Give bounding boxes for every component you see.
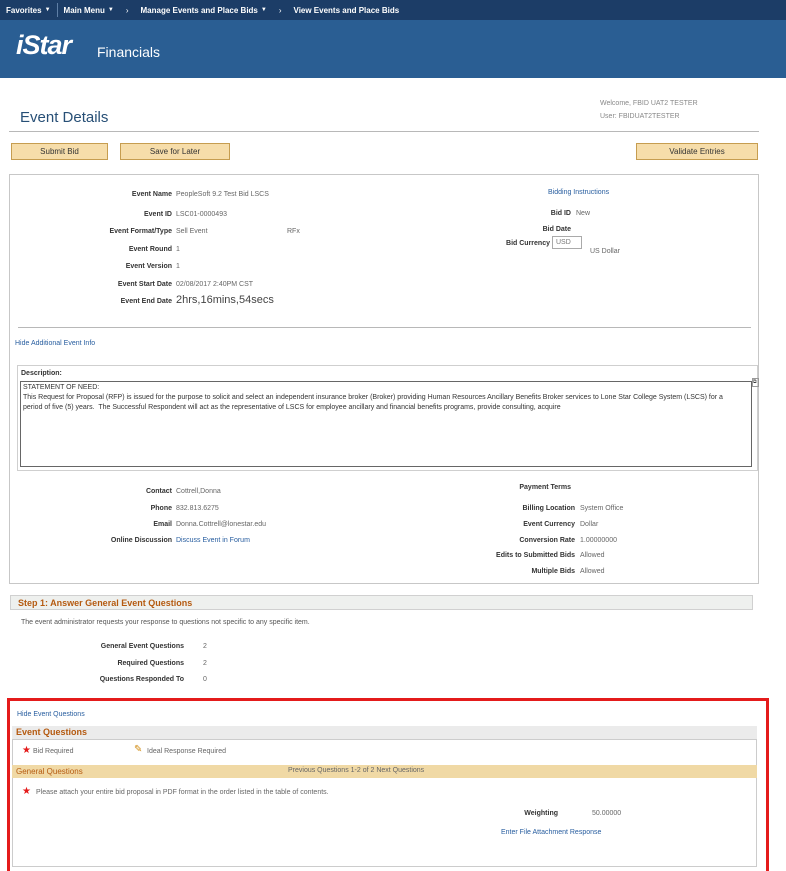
file-attachment-link[interactable]: Enter File Attachment Response (501, 829, 601, 836)
email-label: Email (153, 521, 172, 528)
email-value: Donna.Cottrell@lonestar.edu (176, 521, 266, 528)
save-for-later-button[interactable]: Save for Later (120, 143, 230, 160)
event-start-value: 02/08/2017 2:40PM CST (176, 281, 254, 288)
step1-intro: The event administrator requests your re… (21, 619, 310, 626)
bid-id-label: Bid ID (550, 210, 571, 217)
event-currency-value: Dollar (580, 521, 599, 528)
multiple-bids-label: Multiple Bids (531, 568, 575, 575)
submit-bid-button[interactable]: Submit Bid (11, 143, 108, 160)
istar-logo: iStar (16, 30, 72, 60)
billing-location-value: System Office (580, 505, 624, 512)
required-star-icon: ★ (22, 745, 31, 756)
conversion-rate-label: Conversion Rate (519, 537, 575, 544)
general-questions-title: General Questions (16, 767, 83, 776)
required-questions-value: 2 (203, 660, 207, 667)
nav-manage-events[interactable]: Manage Events and Place Bids ▼ (135, 0, 273, 20)
description-label: Description: (21, 370, 62, 377)
questions-pager[interactable]: Previous Questions 1-2 of 2 Next Questio… (288, 767, 424, 774)
event-version-value: 1 (176, 263, 180, 270)
phone-value: 832.813.6275 (176, 505, 219, 512)
event-name-label: Event Name (131, 191, 172, 198)
event-version-label: Event Version (125, 263, 172, 270)
bid-date-label: Bid Date (542, 226, 571, 233)
expand-icon[interactable]: ⧉ (752, 378, 759, 387)
discuss-event-link[interactable]: Discuss Event in Forum (176, 537, 250, 544)
user-id-text: User: FBIDUAT2TESTER (600, 113, 680, 120)
event-type-value: RFx (287, 228, 300, 235)
app: { "nav": { "items": ["Favorites", "Main … (0, 0, 786, 871)
welcome-info: Welcome, FBID UAT2 TESTER User: FBIDUAT2… (600, 97, 698, 123)
event-questions-title: Event Questions (12, 726, 757, 739)
nav-favorites[interactable]: Favorites ▼ (0, 0, 57, 20)
event-id-value: LSC01-0000493 (176, 211, 227, 218)
conversion-rate-value: 1.00000000 (580, 537, 617, 544)
bid-id-value: New (576, 210, 591, 217)
general-questions-value: 2 (203, 643, 207, 650)
ideal-response-label: Ideal Response Required (147, 748, 226, 755)
breadcrumb-separator: › (125, 5, 129, 15)
bid-currency-name: US Dollar (590, 248, 620, 255)
title-rule (9, 131, 759, 132)
event-format-value: Sell Event (176, 228, 208, 235)
contact-label: Contact (145, 488, 172, 495)
bidding-instructions-link[interactable]: Bidding Instructions (548, 189, 609, 196)
chevron-down-icon: ▼ (260, 7, 267, 13)
description-text: STATEMENT OF NEED: This Request for Prop… (23, 384, 723, 411)
multiple-bids-value: Allowed (580, 568, 605, 575)
event-end-countdown: 2hrs,16mins,54secs (176, 294, 274, 306)
contact-value: Cottrell,Donna (176, 488, 221, 495)
responded-questions-label: Questions Responded To (99, 676, 184, 683)
nav-view-events[interactable]: View Events and Place Bids (288, 0, 406, 20)
welcome-text: Welcome, FBID UAT2 TESTER (600, 100, 698, 107)
weighting-label: Weighting (524, 810, 558, 817)
event-round-value: 1 (176, 246, 180, 253)
event-currency-label: Event Currency (523, 521, 575, 528)
phone-label: Phone (150, 505, 172, 512)
edits-submitted-value: Allowed (580, 552, 605, 559)
app-name: Financials (97, 44, 161, 60)
edits-submitted-label: Edits to Submitted Bids (496, 552, 575, 559)
chevron-down-icon: ▼ (44, 7, 51, 13)
validate-entries-button[interactable]: Validate Entries (636, 143, 758, 160)
payment-terms-label: Payment Terms (519, 484, 571, 491)
billing-location-label: Billing Location (522, 505, 576, 512)
discussion-label: Online Discussion (110, 537, 172, 544)
event-round-label: Event Round (128, 246, 172, 253)
weighting-value: 50.00000 (592, 810, 622, 817)
bid-currency-label: Bid Currency (506, 240, 550, 247)
info-rule (18, 327, 751, 328)
step1-header: Step 1: Answer General Event Questions (10, 595, 753, 610)
bid-currency-field[interactable]: USD (552, 236, 582, 249)
event-start-label: Event Start Date (117, 281, 172, 288)
ideal-response-icon: ✎ (134, 744, 143, 755)
event-questions-panel (12, 739, 757, 867)
breadcrumb-separator: › (278, 5, 282, 15)
event-end-label: Event End Date (120, 298, 172, 305)
required-questions-label: Required Questions (117, 660, 184, 667)
hide-event-questions-link[interactable]: Hide Event Questions (17, 711, 85, 718)
general-questions-label: General Event Questions (100, 643, 184, 650)
hide-additional-info-link[interactable]: Hide Additional Event Info (15, 340, 95, 347)
event-name-value: PeopleSoft 9.2 Test Bid LSCS (176, 191, 269, 198)
top-nav: Favorites ▼ Main Menu ▼ › Manage Events an… (0, 0, 786, 20)
page-title: Event Details (20, 109, 109, 126)
responded-questions-value: 0 (203, 676, 207, 683)
chevron-down-icon: ▼ (107, 7, 114, 13)
bid-required-label: Bid Required (33, 748, 74, 755)
nav-main-menu[interactable]: Main Menu ▼ (58, 0, 120, 20)
event-format-label: Event Format/Type (109, 228, 173, 235)
required-star-icon: ★ (22, 786, 31, 797)
event-id-label: Event ID (143, 211, 172, 218)
question-instruction: Please attach your entire bid proposal i… (36, 789, 329, 796)
